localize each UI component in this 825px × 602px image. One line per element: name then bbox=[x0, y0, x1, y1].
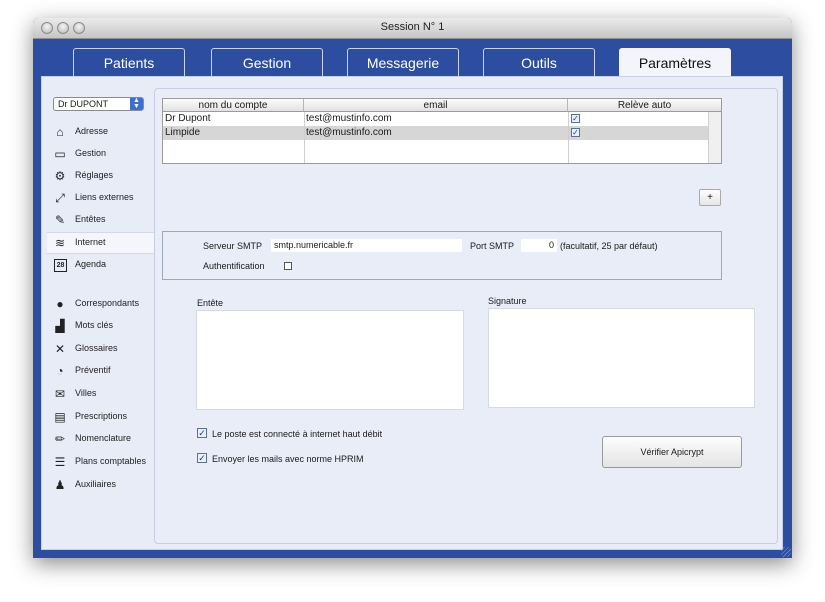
column-header-email[interactable]: email bbox=[304, 99, 568, 112]
sidebar-item-gestion[interactable]: ▭ Gestion bbox=[47, 144, 154, 164]
authentication-checkbox[interactable] bbox=[284, 262, 292, 270]
sidebar-item-glossaires[interactable]: ✕ Glossaires bbox=[47, 339, 154, 359]
calendar-icon: 28 bbox=[54, 259, 67, 272]
resize-grip-icon[interactable] bbox=[781, 547, 791, 557]
sidebar-item-prescriptions[interactable]: ▤ Prescriptions bbox=[47, 407, 154, 427]
column-header-nom[interactable]: nom du compte bbox=[163, 99, 304, 112]
updown-arrows-icon: ▲ ▼ bbox=[130, 97, 143, 110]
expand-arrows-icon: ⤢ bbox=[55, 191, 65, 205]
sidebar-item-preventif[interactable]: ◔ Préventif bbox=[47, 361, 154, 381]
user-select[interactable]: Dr DUPONT ▲ ▼ bbox=[53, 97, 144, 111]
column-divider bbox=[304, 112, 305, 163]
sidebar-item-label: Mots clés bbox=[75, 320, 114, 330]
home-icon: ⌂ bbox=[56, 125, 64, 139]
tab-messagerie[interactable]: Messagerie bbox=[347, 48, 459, 76]
entete-textarea[interactable] bbox=[196, 310, 464, 410]
sidebar-item-nomenclature[interactable]: ✏ Nomenclature bbox=[47, 429, 154, 449]
sidebar-item-label: Plans comptables bbox=[75, 456, 147, 466]
wifi-icon: ≋ bbox=[54, 236, 66, 250]
releve-auto-checkbox[interactable]: ✓ bbox=[571, 128, 580, 137]
smtp-settings-box: Serveur SMTP smtp.numericable.fr Port SM… bbox=[162, 231, 722, 280]
sidebar-item-label: Villes bbox=[75, 388, 97, 398]
hprim-checkbox[interactable]: ✓ bbox=[197, 453, 207, 463]
sidebar-item-mots-cles[interactable]: ▟ Mots clés bbox=[47, 316, 154, 336]
tab-patients[interactable]: Patients bbox=[73, 48, 185, 76]
releve-auto-checkbox[interactable]: ✓ bbox=[571, 114, 580, 123]
column-header-releve[interactable]: Relève auto bbox=[568, 99, 721, 112]
sidebar-item-label: Prescriptions bbox=[75, 411, 128, 421]
row-name: Dr Dupont bbox=[165, 113, 211, 124]
tab-parametres[interactable]: Paramètres bbox=[619, 48, 731, 78]
sidebar-item-reglages[interactable]: ⚙ Réglages bbox=[47, 166, 154, 186]
column-divider bbox=[568, 112, 569, 163]
sidebar-item-entetes[interactable]: ✎ Entêtes bbox=[47, 210, 154, 230]
sidebar-item-adresse[interactable]: ⌂ Adresse bbox=[47, 122, 154, 142]
tab-outils[interactable]: Outils bbox=[483, 48, 595, 76]
bar-chart-icon: ▟ bbox=[55, 319, 65, 333]
verify-apicrypt-button[interactable]: Vérifier Apicrypt bbox=[602, 436, 742, 468]
authentication-label: Authentification bbox=[203, 261, 265, 271]
row-name: Limpide bbox=[165, 127, 201, 138]
smtp-port-label: Port SMTP bbox=[470, 241, 515, 251]
add-account-button[interactable]: + bbox=[699, 189, 721, 206]
sidebar-item-label: Glossaires bbox=[75, 343, 118, 353]
gear-icon: ⚙ bbox=[54, 169, 66, 183]
tab-gestion[interactable]: Gestion bbox=[211, 48, 323, 76]
sidebar-item-auxiliaires[interactable]: ♟ Auxiliaires bbox=[47, 475, 154, 495]
sidebar-item-label: Entêtes bbox=[75, 214, 106, 224]
sidebar-item-label: Liens externes bbox=[75, 192, 134, 202]
table-scrollbar[interactable] bbox=[708, 112, 721, 163]
entete-label: Entête bbox=[197, 298, 224, 308]
row-email: test@mustinfo.com bbox=[306, 127, 392, 138]
sidebar-item-label: Nomenclature bbox=[75, 433, 132, 443]
edit-icon: ✎ bbox=[54, 213, 66, 227]
smtp-port-input[interactable]: 0 bbox=[521, 239, 557, 252]
table-row[interactable]: Limpide test@mustinfo.com ✓ bbox=[163, 126, 709, 140]
pencil-icon: ✏ bbox=[54, 432, 66, 446]
sidebar-item-label: Agenda bbox=[75, 259, 107, 269]
smtp-port-hint: (facultatif, 25 par défaut) bbox=[560, 241, 658, 251]
sidebar-item-label: Internet bbox=[75, 237, 106, 247]
smtp-server-input[interactable]: smtp.numericable.fr bbox=[271, 239, 462, 252]
sidebar-item-agenda[interactable]: 28 Agenda bbox=[47, 255, 154, 275]
person-icon: ● bbox=[56, 297, 64, 311]
hprim-label: Envoyer les mails avec norme HPRIM bbox=[212, 454, 364, 464]
sidebar-item-correspondants[interactable]: ● Correspondants bbox=[47, 294, 154, 314]
people-icon: ♟ bbox=[54, 478, 66, 492]
inbox-icon: ▭ bbox=[54, 147, 66, 161]
sidebar-item-liens-externes[interactable]: ⤢ Liens externes bbox=[47, 188, 154, 208]
row-email: test@mustinfo.com bbox=[306, 113, 392, 124]
highspeed-label: Le poste est connecté à internet haut dé… bbox=[212, 429, 383, 439]
highspeed-checkbox[interactable]: ✓ bbox=[197, 428, 207, 438]
sidebar-item-villes[interactable]: ✉ Villes bbox=[47, 384, 154, 404]
list-icon: ☰ bbox=[54, 455, 66, 469]
smtp-server-label: Serveur SMTP bbox=[203, 241, 263, 251]
sidebar-item-label: Auxiliaires bbox=[75, 479, 117, 489]
signature-label: Signature bbox=[488, 296, 527, 306]
sidebar-item-label: Correspondants bbox=[75, 298, 140, 308]
document-icon: ▤ bbox=[54, 410, 66, 424]
sidebar-item-label: Préventif bbox=[75, 365, 111, 375]
sidebar-item-label: Gestion bbox=[75, 148, 107, 158]
sidebar-item-label: Adresse bbox=[75, 126, 109, 136]
sidebar-item-plans-comptables[interactable]: ☰ Plans comptables bbox=[47, 452, 154, 472]
tools-icon: ✕ bbox=[54, 342, 66, 356]
signature-textarea[interactable] bbox=[488, 308, 755, 408]
table-row[interactable]: Dr Dupont test@mustinfo.com ✓ bbox=[163, 112, 709, 126]
clock-icon: ◔ bbox=[56, 364, 64, 378]
accounts-table[interactable]: nom du compte email Relève auto Dr Dupon… bbox=[162, 98, 722, 164]
sidebar-item-internet[interactable]: ≋ Internet bbox=[47, 232, 155, 254]
envelope-icon: ✉ bbox=[54, 387, 66, 401]
window-title: Session N° 1 bbox=[380, 21, 445, 33]
title-bar: Session N° 1 bbox=[33, 18, 792, 39]
user-select-value: Dr DUPONT bbox=[58, 99, 108, 109]
sidebar-item-label: Réglages bbox=[75, 170, 114, 180]
